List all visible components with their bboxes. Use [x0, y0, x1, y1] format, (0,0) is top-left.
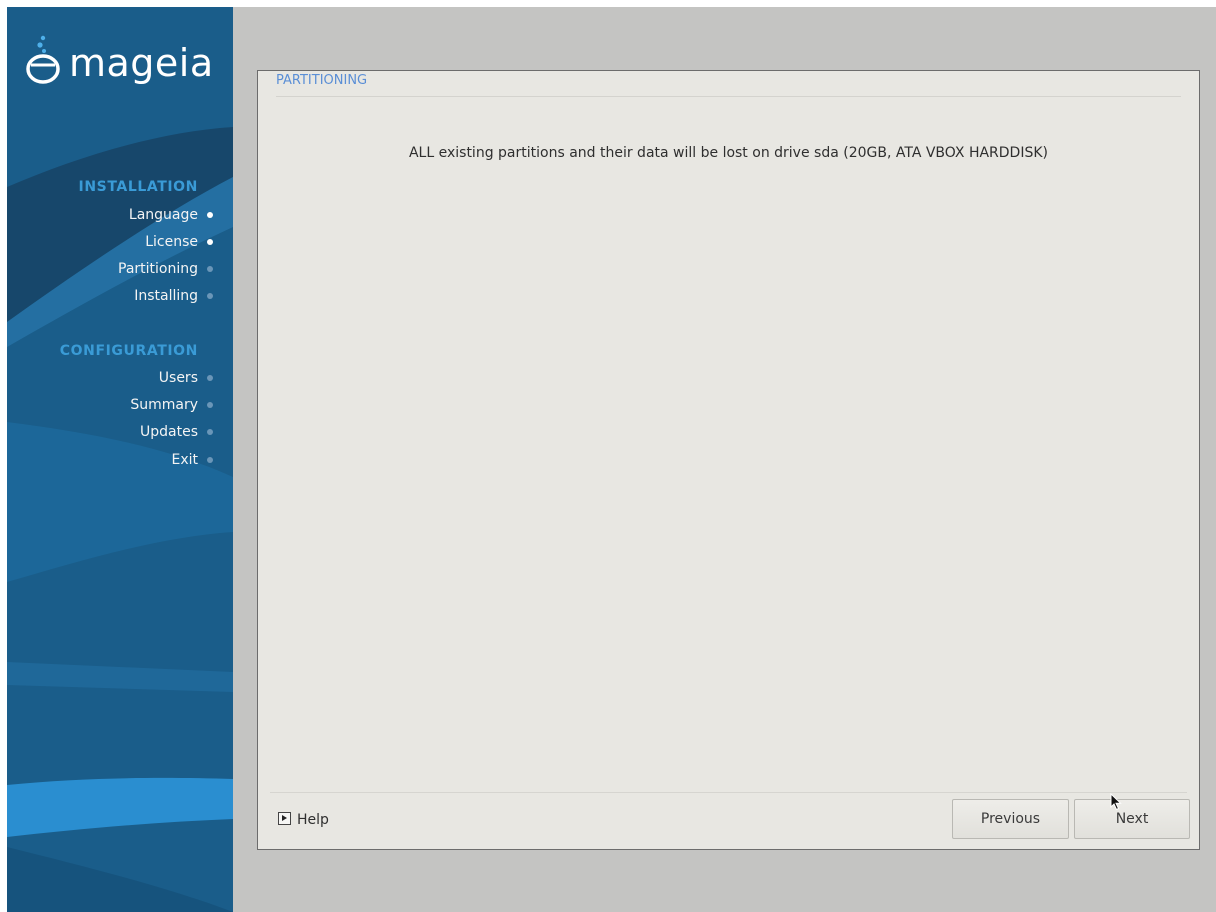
step-label: Updates: [140, 424, 198, 440]
step-label: Exit: [171, 452, 198, 468]
previous-button[interactable]: Previous: [952, 799, 1069, 839]
step-exit: Exit: [171, 450, 213, 470]
panel-title: PARTITIONING: [276, 73, 368, 88]
step-label: Summary: [130, 397, 198, 413]
step-users: Users: [158, 368, 213, 388]
section-installation: INSTALLATION: [78, 179, 198, 195]
logo-text: mageia: [69, 41, 214, 85]
mageia-cauldron-icon: [26, 35, 60, 84]
step-license: License: [145, 232, 213, 252]
title-divider: [276, 96, 1181, 97]
footer-divider: [270, 792, 1187, 793]
step-done-dot-icon: [207, 212, 213, 218]
step-done-dot-icon: [207, 239, 213, 245]
step-summary: Summary: [130, 395, 213, 415]
installer-screen: mageia INSTALLATION Language License Par…: [7, 7, 1216, 912]
section-configuration: CONFIGURATION: [59, 343, 198, 359]
step-label: Installing: [134, 288, 198, 304]
step-pending-dot-icon: [207, 293, 213, 299]
mageia-logo: mageia: [23, 27, 223, 97]
step-pending-dot-icon: [207, 402, 213, 408]
step-label: Users: [158, 370, 198, 386]
mouse-pointer-icon: [1110, 793, 1122, 811]
step-label: Language: [128, 207, 198, 223]
step-pending-dot-icon: [207, 375, 213, 381]
partitioning-panel: PARTITIONING ALL existing partitions and…: [257, 70, 1200, 850]
data-loss-warning: ALL existing partitions and their data w…: [408, 145, 1048, 161]
step-partitioning: Partitioning: [118, 259, 213, 279]
help-label: Help: [297, 812, 329, 828]
step-pending-dot-icon: [207, 457, 213, 463]
step-language: Language: [128, 205, 213, 225]
step-installing: Installing: [134, 286, 213, 306]
step-label: License: [145, 234, 198, 250]
expand-arrow-icon: [278, 812, 291, 825]
step-updates: Updates: [140, 422, 213, 442]
sidebar: mageia INSTALLATION Language License Par…: [7, 7, 233, 912]
next-button[interactable]: Next: [1074, 799, 1190, 839]
step-pending-dot-icon: [207, 266, 213, 272]
help-expander[interactable]: Help: [278, 810, 329, 830]
step-label: Partitioning: [118, 261, 198, 277]
step-pending-dot-icon: [207, 429, 213, 435]
sidebar-background-art: [7, 127, 233, 912]
